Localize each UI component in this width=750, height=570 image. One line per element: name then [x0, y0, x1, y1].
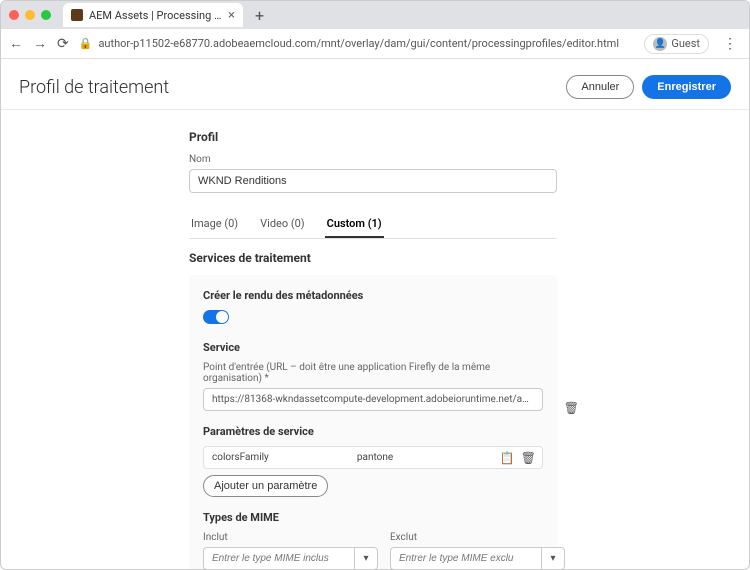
close-window-icon[interactable]: [9, 10, 19, 20]
forward-button[interactable]: →: [33, 35, 47, 52]
included-mime-input[interactable]: [203, 547, 354, 569]
chevron-down-icon[interactable]: ▾: [354, 547, 378, 569]
save-button[interactable]: Enregistrer: [642, 75, 731, 99]
close-tab-icon[interactable]: ×: [228, 8, 235, 23]
param-value[interactable]: pantone: [349, 447, 494, 468]
excluded-label: Exclut: [390, 532, 565, 543]
profile-name-input[interactable]: [189, 169, 557, 193]
tab-title: AEM Assets | Processing Profi: [89, 9, 222, 22]
browser-toolbar: ← → ⟳ 🔒 author-p11502-e68770.adobeaemclo…: [1, 29, 749, 59]
included-mime-combo[interactable]: ▾: [203, 547, 378, 569]
cancel-button[interactable]: Annuler: [566, 75, 634, 99]
window-controls: [9, 10, 51, 20]
tab-video[interactable]: Video (0): [258, 211, 307, 238]
page: Profil de traitement Annuler Enregistrer…: [1, 59, 749, 569]
excluded-mime-combo[interactable]: ▾: [390, 547, 565, 569]
header-actions: Annuler Enregistrer: [566, 75, 731, 99]
new-tab-button[interactable]: +: [249, 6, 270, 25]
included-label: Inclut: [203, 532, 378, 543]
user-icon: 👤: [653, 37, 667, 51]
back-button[interactable]: ←: [9, 35, 23, 52]
add-param-button[interactable]: Ajouter un paramètre: [203, 475, 328, 497]
kebab-menu-icon[interactable]: ⋮: [719, 36, 741, 52]
param-row: colorsFamily pantone 📋 🗑: [203, 446, 543, 469]
endpoint-label: Point d'entrée (URL – doit être une appl…: [203, 362, 543, 384]
metadata-rendition-label: Créer le rendu des métadonnées: [203, 289, 543, 302]
profile-chip[interactable]: 👤 Guest: [644, 34, 709, 54]
page-header: Profil de traitement Annuler Enregistrer: [1, 59, 749, 110]
endpoint-input[interactable]: https://81368-wkndassetcompute-developme…: [203, 388, 543, 411]
window-titlebar: AEM Assets | Processing Profi × +: [1, 1, 749, 29]
service-label: Service: [203, 341, 543, 354]
service-panel: 🗑 Créer le rendu des métadonnées Service…: [189, 275, 557, 569]
address-bar[interactable]: 🔒 author-p11502-e68770.adobeaemcloud.com…: [79, 37, 635, 50]
tab-custom[interactable]: Custom (1): [325, 211, 384, 238]
tab-image[interactable]: Image (0): [189, 211, 240, 238]
rendition-tabs: Image (0) Video (0) Custom (1): [189, 211, 557, 239]
excluded-mime-input[interactable]: [390, 547, 541, 569]
browser-tab[interactable]: AEM Assets | Processing Profi ×: [63, 3, 243, 27]
profile-form: Profil Nom Image (0) Video (0) Custom (1…: [189, 130, 557, 569]
url-text: author-p11502-e68770.adobeaemcloud.com/m…: [98, 37, 619, 50]
minimize-window-icon[interactable]: [25, 10, 35, 20]
service-params-label: Paramètres de service: [203, 425, 543, 438]
delete-service-icon[interactable]: 🗑: [564, 401, 579, 415]
chevron-down-icon[interactable]: ▾: [541, 547, 565, 569]
copy-icon[interactable]: 📋: [500, 451, 515, 465]
browser-window: AEM Assets | Processing Profi × + ← → ⟳ …: [0, 0, 750, 570]
metadata-toggle[interactable]: [203, 310, 229, 324]
mime-types-label: Types de MIME: [203, 511, 543, 524]
page-title: Profil de traitement: [19, 77, 169, 98]
tab-favicon: [71, 9, 83, 21]
profile-section-title: Profil: [189, 130, 557, 144]
name-label: Nom: [189, 154, 557, 165]
profile-label: Guest: [671, 37, 700, 50]
param-key[interactable]: colorsFamily: [204, 447, 349, 468]
services-section-title: Services de traitement: [189, 251, 557, 265]
lock-icon: 🔒: [79, 37, 93, 50]
delete-param-icon[interactable]: 🗑: [521, 451, 536, 465]
maximize-window-icon[interactable]: [41, 10, 51, 20]
reload-button[interactable]: ⟳: [57, 36, 69, 52]
